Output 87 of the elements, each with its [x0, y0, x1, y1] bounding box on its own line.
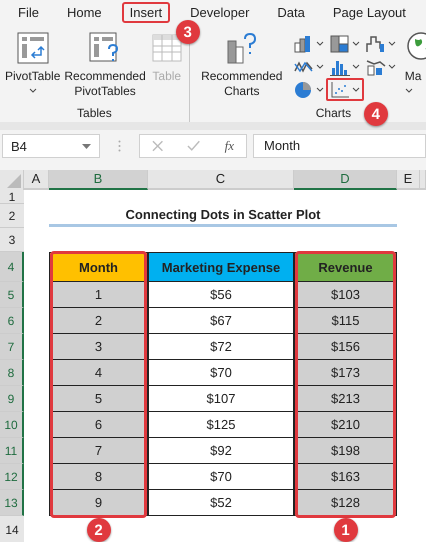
header-cell: Marketing Expense — [148, 252, 294, 282]
recommended-charts-button[interactable]: Recommended Charts — [200, 29, 284, 106]
table-cell: $125 — [148, 412, 294, 438]
column-header[interactable]: E — [397, 170, 420, 190]
row-header[interactable]: 4 — [0, 252, 24, 282]
table-cell: $128 — [294, 490, 397, 516]
pivot-table-icon — [16, 31, 50, 65]
caret-icon[interactable] — [316, 41, 324, 46]
table-cell: $107 — [148, 386, 294, 412]
menu-tab[interactable]: Insert — [122, 2, 170, 23]
caret-icon[interactable] — [388, 64, 396, 69]
caret-icon[interactable] — [352, 64, 360, 69]
row-header[interactable]: 2 — [0, 204, 24, 228]
table-cell: $70 — [148, 360, 294, 386]
table-cell: 8 — [49, 464, 148, 490]
table-cell: $72 — [148, 334, 294, 360]
table-cell: 5 — [49, 386, 148, 412]
waterfall-chart-icon — [366, 34, 386, 52]
table-cell: 9 — [49, 490, 148, 516]
table-cell: 7 — [49, 438, 148, 464]
caret-icon[interactable] — [388, 41, 396, 46]
table-cell: 1 — [49, 282, 148, 308]
scatter-chart-icon — [330, 80, 350, 98]
caret-icon[interactable] — [352, 87, 360, 92]
table-cell: $156 — [294, 334, 397, 360]
caret-icon[interactable] — [316, 87, 324, 92]
callout-badge: 2 — [86, 518, 110, 542]
scatter-chart-button[interactable] — [326, 78, 364, 101]
combo-chart-icon — [366, 58, 386, 76]
row-header[interactable]: 14 — [0, 516, 24, 542]
row-header[interactable]: 13 — [0, 490, 24, 516]
row-header[interactable]: 11 — [0, 438, 24, 464]
table-cell: $163 — [294, 464, 397, 490]
row-header[interactable]: 10 — [0, 412, 24, 438]
column-header[interactable]: A — [24, 170, 49, 190]
row-header[interactable]: 8 — [0, 360, 24, 386]
sheet-title: Connecting Dots in Scatter Plot — [49, 204, 397, 227]
table-cell: 6 — [49, 412, 148, 438]
group-label: Charts — [316, 106, 352, 120]
pie-chart-icon — [294, 80, 314, 98]
caret-icon — [28, 88, 37, 93]
row-header[interactable]: 12 — [0, 464, 24, 490]
menu-tab[interactable]: Page Layout — [324, 2, 414, 23]
insert-function-button[interactable]: fx — [224, 138, 234, 154]
table-cell: $115 — [294, 308, 397, 334]
menu-tab[interactable]: Data — [269, 2, 313, 23]
name-box[interactable]: B4 — [2, 134, 100, 158]
table-cell: $67 — [148, 308, 294, 334]
caret-icon[interactable] — [316, 64, 324, 69]
table-cell: 4 — [49, 360, 148, 386]
caret-icon[interactable] — [352, 41, 360, 46]
column-header[interactable]: C — [148, 170, 294, 190]
row-header[interactable]: 6 — [0, 308, 24, 334]
table-cell: $213 — [294, 386, 397, 412]
callout-badge: 1 — [334, 518, 358, 542]
table-cell: 2 — [49, 308, 148, 334]
treemap-chart-icon — [330, 34, 350, 52]
menu-tab[interactable]: File — [10, 2, 47, 23]
menu-tab[interactable]: Home — [58, 2, 110, 23]
row-header[interactable]: 1 — [0, 190, 24, 204]
table-cell: $210 — [294, 412, 397, 438]
ribbon-button[interactable]: Recommended PivotTables — [63, 29, 147, 106]
column-header[interactable]: B — [49, 170, 148, 190]
row-header[interactable]: 9 — [0, 386, 24, 412]
group-label: Tables — [77, 106, 112, 120]
row-header[interactable]: 3 — [0, 228, 24, 252]
table-cell: $56 — [148, 282, 294, 308]
row-header[interactable]: 7 — [0, 334, 24, 360]
table-cell: $70 — [148, 464, 294, 490]
row-header[interactable]: 5 — [0, 282, 24, 308]
callout-badge: 4 — [364, 102, 388, 126]
table-cell: $173 — [294, 360, 397, 386]
column-header-strip — [420, 170, 426, 190]
column-header[interactable]: D — [294, 170, 397, 190]
table-cell: $52 — [148, 490, 294, 516]
maps-button[interactable]: Ma — [404, 29, 426, 106]
table-cell: $103 — [294, 282, 397, 308]
table-cell: $198 — [294, 438, 397, 464]
menu-tab[interactable]: Developer — [182, 2, 258, 23]
chart-question-icon — [224, 31, 259, 65]
caret-icon — [404, 88, 413, 93]
ribbon-button[interactable]: PivotTable — [4, 29, 62, 106]
grip-icon — [118, 140, 121, 152]
formula-field[interactable]: Month — [253, 134, 426, 158]
table-cell: $92 — [148, 438, 294, 464]
check-icon[interactable] — [187, 140, 201, 152]
table-cell: 3 — [49, 334, 148, 360]
